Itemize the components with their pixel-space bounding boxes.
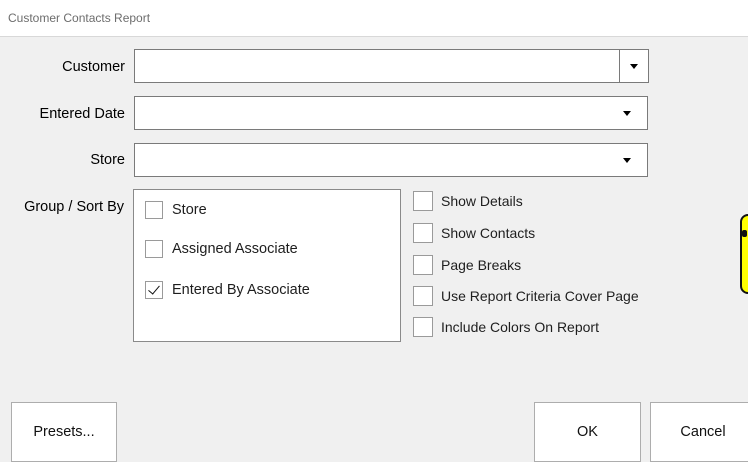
store-label: Store <box>90 152 125 168</box>
entered-date-combobox[interactable] <box>134 96 648 130</box>
option-show-details[interactable]: Show Details <box>413 191 523 211</box>
customer-label: Customer <box>62 59 125 75</box>
entered-date-label: Entered Date <box>39 106 125 122</box>
warning-badge <box>740 214 748 294</box>
option-label: Show Contacts <box>441 225 536 241</box>
ok-button[interactable]: OK <box>534 402 641 462</box>
group-sort-label: Group / Sort By <box>24 199 124 215</box>
cancel-button[interactable]: Cancel <box>650 402 748 462</box>
group-option-label: Entered By Associate <box>172 282 310 298</box>
show-details-checkbox[interactable] <box>413 191 433 211</box>
option-label: Show Details <box>441 193 523 209</box>
option-page-breaks[interactable]: Page Breaks <box>413 255 521 275</box>
window-title: Customer Contacts Report <box>8 11 151 25</box>
option-show-contacts[interactable]: Show Contacts <box>413 223 535 243</box>
option-include-colors-on-report[interactable]: Include Colors On Report <box>413 317 599 337</box>
entered-date-dropdown-button[interactable] <box>613 97 641 129</box>
group-option-entered-by-associate-checkbox[interactable] <box>145 281 163 299</box>
chevron-down-icon <box>630 63 638 69</box>
customer-dropdown-button[interactable] <box>619 50 648 82</box>
use-report-criteria-cover-page-checkbox[interactable] <box>413 286 433 306</box>
option-label: Use Report Criteria Cover Page <box>441 288 639 304</box>
store-combobox[interactable] <box>134 143 648 177</box>
badge-dot-icon <box>742 230 747 237</box>
option-use-report-criteria-cover-page[interactable]: Use Report Criteria Cover Page <box>413 286 639 306</box>
chevron-down-icon <box>623 110 631 116</box>
option-label: Include Colors On Report <box>441 319 599 335</box>
group-option-assigned-associate[interactable]: Assigned Associate <box>145 240 298 258</box>
page-breaks-checkbox[interactable] <box>413 255 433 275</box>
title-bar: Customer Contacts Report <box>0 0 748 37</box>
group-option-store-checkbox[interactable] <box>145 201 163 219</box>
include-colors-on-report-checkbox[interactable] <box>413 317 433 337</box>
presets-button[interactable]: Presets... <box>11 402 117 462</box>
group-option-label: Store <box>172 202 207 218</box>
show-contacts-checkbox[interactable] <box>413 223 433 243</box>
check-icon <box>148 282 160 295</box>
group-option-assigned-associate-checkbox[interactable] <box>145 240 163 258</box>
group-option-entered-by-associate[interactable]: Entered By Associate <box>145 281 310 299</box>
chevron-down-icon <box>623 157 631 163</box>
group-option-label: Assigned Associate <box>172 241 298 257</box>
group-option-store[interactable]: Store <box>145 201 207 219</box>
option-label: Page Breaks <box>441 257 522 273</box>
customer-combobox[interactable] <box>134 49 649 83</box>
store-dropdown-button[interactable] <box>613 144 641 176</box>
group-sort-list: Store Assigned Associate Entered By Asso… <box>133 189 401 342</box>
